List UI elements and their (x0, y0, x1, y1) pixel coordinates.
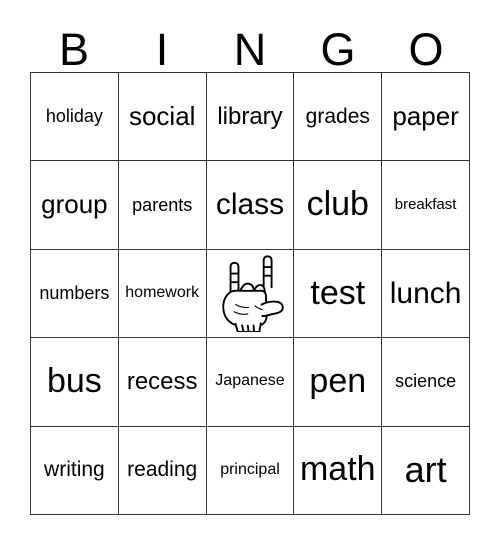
bingo-cell-label: math (299, 450, 376, 489)
bingo-cell[interactable]: library (206, 73, 295, 162)
bingo-cell[interactable]: social (118, 73, 207, 162)
bingo-header-letter-n: N (206, 14, 294, 72)
bingo-header-letter-i: I (118, 14, 206, 72)
bingo-cell-label: lunch (389, 276, 462, 310)
bingo-cell-label: social (128, 101, 196, 132)
bingo-cell-label: Japanese (215, 372, 285, 390)
bingo-cell[interactable]: writing (31, 426, 119, 515)
bingo-cell[interactable]: numbers (31, 249, 119, 339)
bingo-cell-label: holiday (45, 106, 103, 127)
bingo-cell[interactable]: test (294, 249, 383, 339)
bingo-cell[interactable]: paper (382, 73, 470, 162)
asl-i-love-you-hand-icon (214, 254, 286, 333)
bingo-cell-label: library (217, 103, 283, 131)
bingo-cell[interactable]: breakfast (382, 161, 470, 250)
bingo-cell-label: group (41, 189, 108, 220)
bingo-cell-label: bus (46, 362, 102, 401)
bingo-header: B I N G O (30, 14, 470, 72)
bingo-cell[interactable] (206, 249, 295, 339)
bingo-cell[interactable]: grades (294, 73, 383, 162)
bingo-cell[interactable]: class (206, 161, 295, 250)
bingo-cell-label: recess (126, 368, 198, 396)
bingo-header-letter-g: G (294, 14, 382, 72)
bingo-grid: holiday social library grades paper group pare… (30, 72, 470, 515)
bingo-cell[interactable]: holiday (31, 73, 119, 162)
bingo-cell-label: class (215, 188, 285, 222)
bingo-cell-label: homework (125, 284, 200, 302)
header-letter: N (233, 24, 267, 76)
bingo-cell[interactable]: principal (206, 426, 295, 515)
header-letter: G (320, 24, 356, 76)
bingo-cell-label: paper (392, 101, 459, 132)
bingo-cell[interactable]: art (382, 426, 470, 515)
bingo-cell[interactable]: parents (118, 161, 207, 250)
bingo-cell[interactable]: recess (118, 338, 207, 427)
bingo-cell-label: breakfast (394, 196, 457, 214)
bingo-cell[interactable]: lunch (382, 249, 470, 339)
bingo-cell[interactable]: homework (118, 249, 207, 339)
bingo-card: B I N G O holiday social library grades pape… (0, 0, 500, 544)
bingo-cell[interactable]: math (294, 426, 383, 515)
bingo-cell[interactable]: club (294, 161, 383, 250)
bingo-cell-label: parents (132, 194, 193, 215)
bingo-cell-label: art (404, 449, 447, 491)
bingo-cell[interactable]: reading (118, 426, 207, 515)
bingo-header-letter-o: O (382, 14, 470, 72)
bingo-cell-label: writing (44, 458, 105, 482)
header-letter: O (408, 24, 444, 76)
header-letter: I (155, 24, 169, 76)
bingo-cell-label: numbers (39, 283, 110, 304)
bingo-cell-label: pen (309, 362, 367, 401)
bingo-cell-label: grades (305, 104, 370, 128)
bingo-cell[interactable]: group (31, 161, 119, 250)
bingo-cell-label: reading (127, 458, 198, 482)
bingo-cell-label: club (306, 185, 369, 224)
bingo-cell[interactable]: bus (31, 338, 119, 427)
bingo-cell[interactable]: pen (294, 338, 383, 427)
bingo-cell-label: principal (220, 460, 280, 478)
bingo-cell-label: test (310, 273, 366, 312)
bingo-cell[interactable]: science (382, 338, 470, 427)
bingo-cell-label: science (395, 371, 457, 392)
bingo-header-letter-b: B (30, 14, 118, 72)
bingo-cell[interactable]: Japanese (206, 338, 295, 427)
header-letter: B (58, 24, 89, 76)
